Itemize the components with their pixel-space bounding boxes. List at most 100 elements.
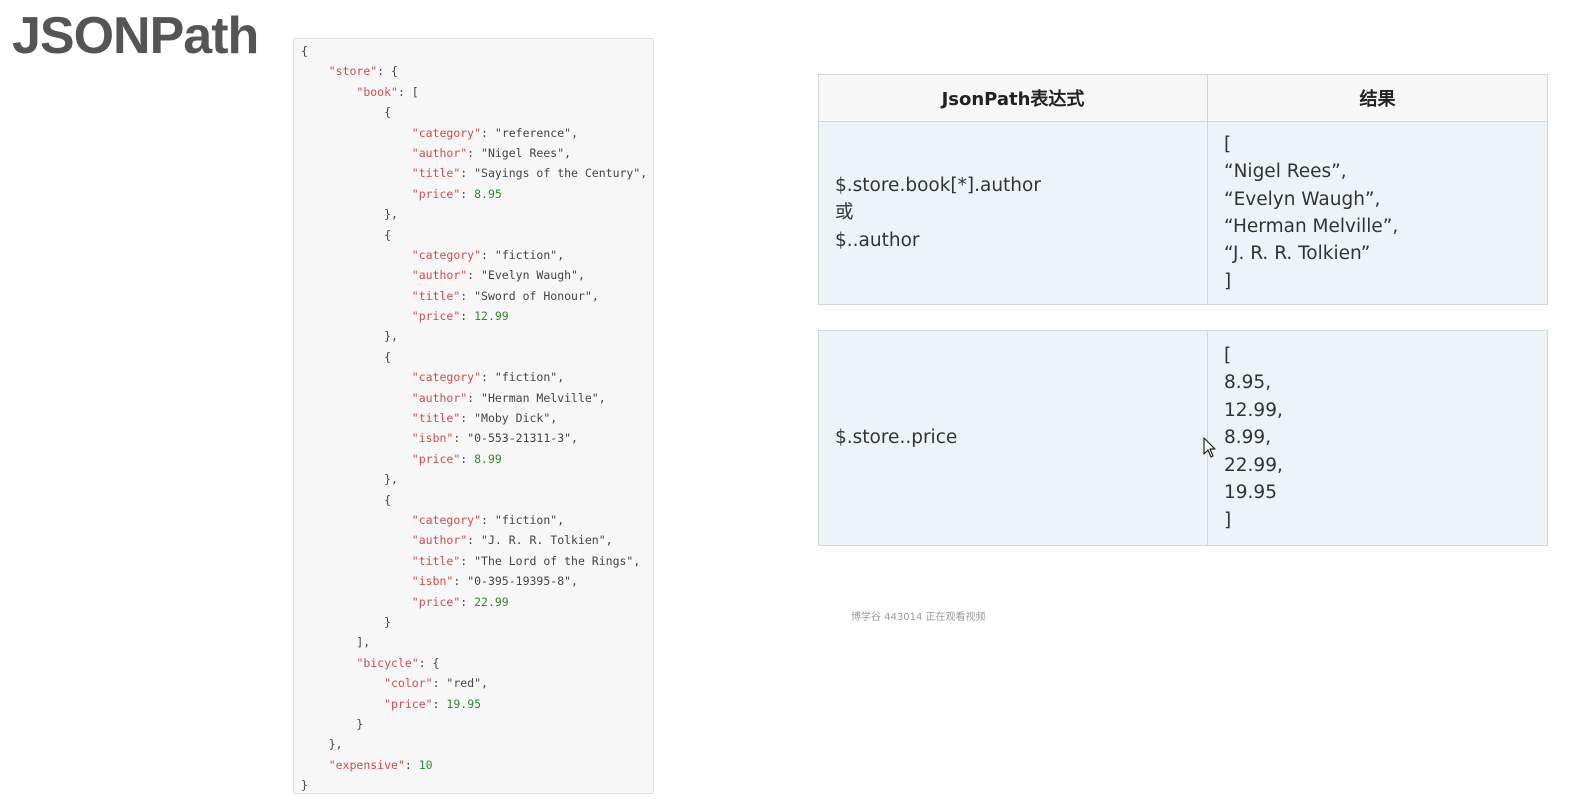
code-token: "0-553-21311-3" bbox=[467, 431, 572, 446]
table-row: $.store.book[*].author 或 $..author [“Nigel… bbox=[818, 121, 1548, 305]
code-token: 10 bbox=[418, 757, 433, 772]
code-token: : bbox=[460, 186, 475, 201]
code-token: "title" bbox=[411, 411, 461, 426]
code-token: "The Lord of the Rings" bbox=[474, 553, 634, 568]
code-token: , bbox=[550, 411, 558, 426]
code-token: "expensive" bbox=[328, 757, 405, 772]
code-token: "price" bbox=[411, 451, 461, 466]
code-token: } bbox=[301, 614, 392, 629]
code-token: : bbox=[453, 574, 468, 589]
code-token: , bbox=[481, 676, 488, 691]
code-line: { bbox=[294, 490, 653, 510]
code-token: 8.99 bbox=[474, 451, 502, 466]
code-token: { bbox=[301, 227, 392, 242]
code-line: "expensive": 10 bbox=[294, 755, 653, 775]
code-line: "title": "The Lord of the Rings", bbox=[294, 551, 653, 571]
cell-line: 12.99, bbox=[1224, 399, 1283, 421]
code-token: { bbox=[301, 105, 392, 120]
code-token: "Evelyn Waugh" bbox=[481, 268, 578, 283]
watermark-text: 博学谷 443014 正在观看视频 bbox=[851, 612, 986, 623]
code-token: "book" bbox=[356, 84, 398, 99]
code-line: "color": "red", bbox=[294, 673, 653, 693]
code-line: "category": "fiction", bbox=[294, 510, 653, 530]
code-token: , bbox=[557, 370, 565, 385]
code-token: : bbox=[460, 553, 475, 568]
code-line: ], bbox=[294, 632, 653, 652]
page-title: JSONPath bbox=[12, 7, 259, 65]
code-token: , bbox=[577, 268, 585, 283]
code-line: { bbox=[294, 347, 653, 367]
code-token: "isbn" bbox=[411, 574, 454, 589]
code-token: : bbox=[460, 411, 475, 426]
code-token: "author" bbox=[411, 390, 468, 405]
code-token: "fiction" bbox=[494, 247, 558, 262]
code-token: : { bbox=[418, 655, 440, 670]
code-token: "Moby Dick" bbox=[474, 411, 551, 426]
code-token: : bbox=[460, 166, 475, 181]
code-token: , bbox=[598, 390, 606, 405]
cell-line: ] bbox=[1224, 270, 1232, 292]
json-code-block: { "store": { "book": [ { "category": "re… bbox=[293, 38, 654, 794]
code-line: "author": "Nigel Rees", bbox=[294, 143, 653, 163]
code-line: { bbox=[294, 41, 653, 61]
code-line: }, bbox=[294, 326, 653, 346]
code-line: } bbox=[294, 714, 653, 734]
code-line: "category": "fiction", bbox=[294, 367, 653, 387]
code-token: "category" bbox=[411, 512, 482, 527]
code-token: 12.99 bbox=[474, 309, 509, 324]
code-token: : bbox=[432, 696, 447, 711]
header-expression: JsonPath表达式 bbox=[818, 74, 1208, 122]
code-token: }, bbox=[301, 472, 398, 487]
code-line: "price": 8.99 bbox=[294, 449, 653, 469]
cell-line: “Herman Melville”, bbox=[1224, 216, 1399, 237]
cell-line: [ bbox=[1224, 133, 1232, 155]
code-token: "author" bbox=[411, 145, 468, 160]
result-cell: [8.95, 12.99, 8.99, 22.99, 19.95] bbox=[1207, 330, 1548, 546]
code-token: 8.95 bbox=[474, 186, 502, 201]
code-line: }, bbox=[294, 734, 653, 754]
code-token: , bbox=[571, 125, 578, 140]
code-token: , bbox=[564, 145, 572, 160]
code-token: 22.99 bbox=[474, 594, 509, 609]
code-token: : bbox=[481, 247, 495, 262]
code-token: "Sword of Honour" bbox=[474, 288, 592, 303]
header-result: 结果 bbox=[1207, 74, 1548, 122]
code-token: "price" bbox=[411, 309, 461, 324]
code-token: : bbox=[453, 431, 468, 446]
code-token: } bbox=[301, 778, 308, 793]
code-token: : bbox=[460, 594, 475, 609]
code-token: ], bbox=[301, 635, 371, 650]
code-line: { bbox=[294, 102, 653, 122]
code-token: , bbox=[640, 166, 648, 181]
code-token: : bbox=[467, 145, 482, 160]
code-token: "bicycle" bbox=[356, 655, 419, 670]
code-token: { bbox=[301, 349, 392, 364]
code-token: } bbox=[301, 716, 364, 731]
code-token: : bbox=[432, 676, 447, 691]
mouse-cursor-icon bbox=[1203, 437, 1216, 458]
code-token: "Sayings of the Century" bbox=[474, 166, 641, 181]
code-token: , bbox=[591, 288, 599, 303]
cell-line: “Nigel Rees”, bbox=[1224, 161, 1347, 183]
code-token: "title" bbox=[411, 166, 461, 181]
cell-line: 22.99, bbox=[1224, 454, 1283, 476]
cell-line: [ bbox=[1224, 345, 1232, 367]
code-token: "0-395-19395-8" bbox=[467, 574, 572, 589]
table-row: $.store..price [8.95, 12.99, 8.99, 22.99, 19… bbox=[818, 330, 1548, 546]
